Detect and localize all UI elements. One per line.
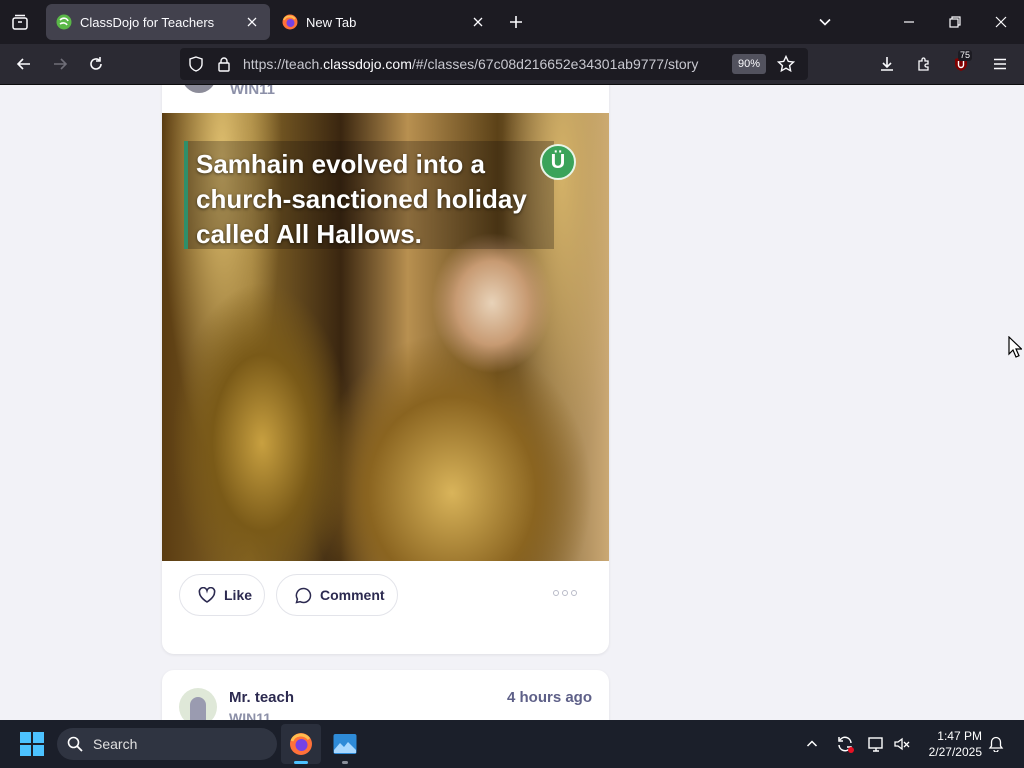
like-button[interactable]: Like	[179, 574, 265, 616]
story-post-card: WIN11 Samhain evolved into a church-sanc…	[162, 85, 609, 654]
search-placeholder: Search	[93, 736, 138, 752]
sync-tray-button[interactable]	[833, 732, 857, 756]
back-button[interactable]	[10, 50, 38, 78]
chevron-up-icon	[806, 740, 818, 747]
arrow-left-icon	[16, 58, 30, 70]
reload-icon	[90, 57, 102, 70]
close-icon	[995, 16, 1007, 28]
tab-title: ClassDojo for Teachers	[80, 14, 215, 30]
chevron-down-icon	[819, 18, 831, 26]
list-all-tabs-button[interactable]	[811, 8, 839, 36]
restore-button[interactable]	[941, 8, 969, 36]
lock-icon[interactable]	[216, 56, 232, 72]
post-class-name: WIN11	[230, 85, 276, 98]
zoom-level-button[interactable]: 90%	[732, 54, 766, 74]
post-author-name[interactable]: Mr. teach	[229, 689, 294, 706]
volume-tray-button[interactable]	[890, 732, 914, 756]
close-window-button[interactable]	[987, 8, 1015, 36]
sync-icon	[838, 736, 854, 753]
photos-app-icon	[333, 734, 357, 754]
tab-list-icon	[12, 14, 28, 30]
browser-nav-bar: https://teach.classdojo.com/#/classes/67…	[0, 44, 1024, 85]
puzzle-icon	[918, 57, 929, 71]
minimize-icon	[904, 21, 914, 23]
story-post-image[interactable]: Samhain evolved into a church-sanctioned…	[162, 113, 609, 561]
post-timestamp: 4 hours ago	[506, 689, 592, 706]
tab-title: New Tab	[306, 14, 357, 30]
story-post-card: Mr. teach WIN11 4 hours ago	[162, 670, 609, 720]
tab-classdojo[interactable]: ClassDojo for Teachers	[46, 4, 270, 40]
taskbar-search-box[interactable]: Search	[57, 728, 277, 760]
notifications-button[interactable]	[984, 732, 1008, 756]
story-feed[interactable]: WIN11 Samhain evolved into a church-sanc…	[0, 85, 1024, 720]
tab-new-tab[interactable]: New Tab	[272, 4, 496, 40]
firefox-icon	[290, 733, 312, 755]
arrow-right-icon	[54, 58, 68, 70]
post-actions: Like Comment	[179, 574, 594, 616]
address-bar[interactable]: https://teach.classdojo.com/#/classes/67…	[180, 48, 808, 80]
minimize-button[interactable]	[895, 8, 923, 36]
new-tab-button[interactable]	[502, 8, 530, 36]
show-hidden-icons-button[interactable]	[800, 732, 824, 756]
taskbar-clock[interactable]: 1:47 PM 2/27/2025	[920, 728, 982, 760]
plus-icon	[510, 16, 522, 28]
download-icon	[881, 57, 893, 71]
comment-button[interactable]: Comment	[276, 574, 398, 616]
search-icon	[67, 736, 83, 752]
restore-icon	[949, 16, 961, 28]
clock-date: 2/27/2025	[928, 745, 982, 759]
windows-taskbar: Search 1:47 PM 2/27/2025	[0, 720, 1024, 768]
extensions-button[interactable]	[910, 50, 938, 78]
browser-tab-bar: ClassDojo for Teachers New Tab	[0, 0, 1024, 44]
comment-label: Comment	[320, 587, 385, 603]
classdojo-favicon-icon	[56, 14, 72, 30]
url-text[interactable]: https://teach.classdojo.com/#/classes/67…	[243, 56, 698, 72]
image-caption-text: Samhain evolved into a church-sanctioned…	[196, 149, 527, 249]
reload-button[interactable]	[82, 50, 110, 78]
forward-button[interactable]	[46, 50, 74, 78]
start-button[interactable]	[20, 732, 44, 756]
brand-logo-icon: Ü	[540, 144, 576, 180]
speaker-muted-icon	[894, 737, 910, 751]
bell-icon	[988, 736, 1004, 752]
close-tab-icon[interactable]	[244, 14, 260, 30]
app-menu-button[interactable]	[986, 50, 1014, 78]
extension-badge-count: 75	[958, 50, 973, 61]
taskbar-firefox-button[interactable]	[281, 724, 321, 764]
bookmark-star-icon[interactable]	[777, 55, 795, 73]
more-options-icon[interactable]	[553, 590, 577, 596]
speech-bubble-icon	[295, 587, 312, 603]
avatar	[182, 85, 216, 93]
tracking-protection-shield-icon[interactable]	[188, 56, 204, 72]
post-class-name: WIN11	[229, 710, 272, 720]
clock-time: 1:47 PM	[937, 729, 982, 743]
mouse-cursor-icon	[1008, 336, 1022, 358]
taskbar-photos-button[interactable]	[325, 724, 365, 764]
hamburger-menu-icon	[994, 58, 1006, 70]
close-tab-icon[interactable]	[470, 14, 486, 30]
firefox-favicon-icon	[282, 14, 298, 30]
tab-list-button[interactable]	[6, 8, 34, 36]
heart-icon	[198, 587, 216, 603]
network-tray-button[interactable]	[864, 732, 888, 756]
downloads-button[interactable]	[873, 50, 901, 78]
avatar[interactable]	[179, 688, 217, 720]
network-icon	[868, 737, 883, 752]
like-label: Like	[224, 587, 253, 603]
